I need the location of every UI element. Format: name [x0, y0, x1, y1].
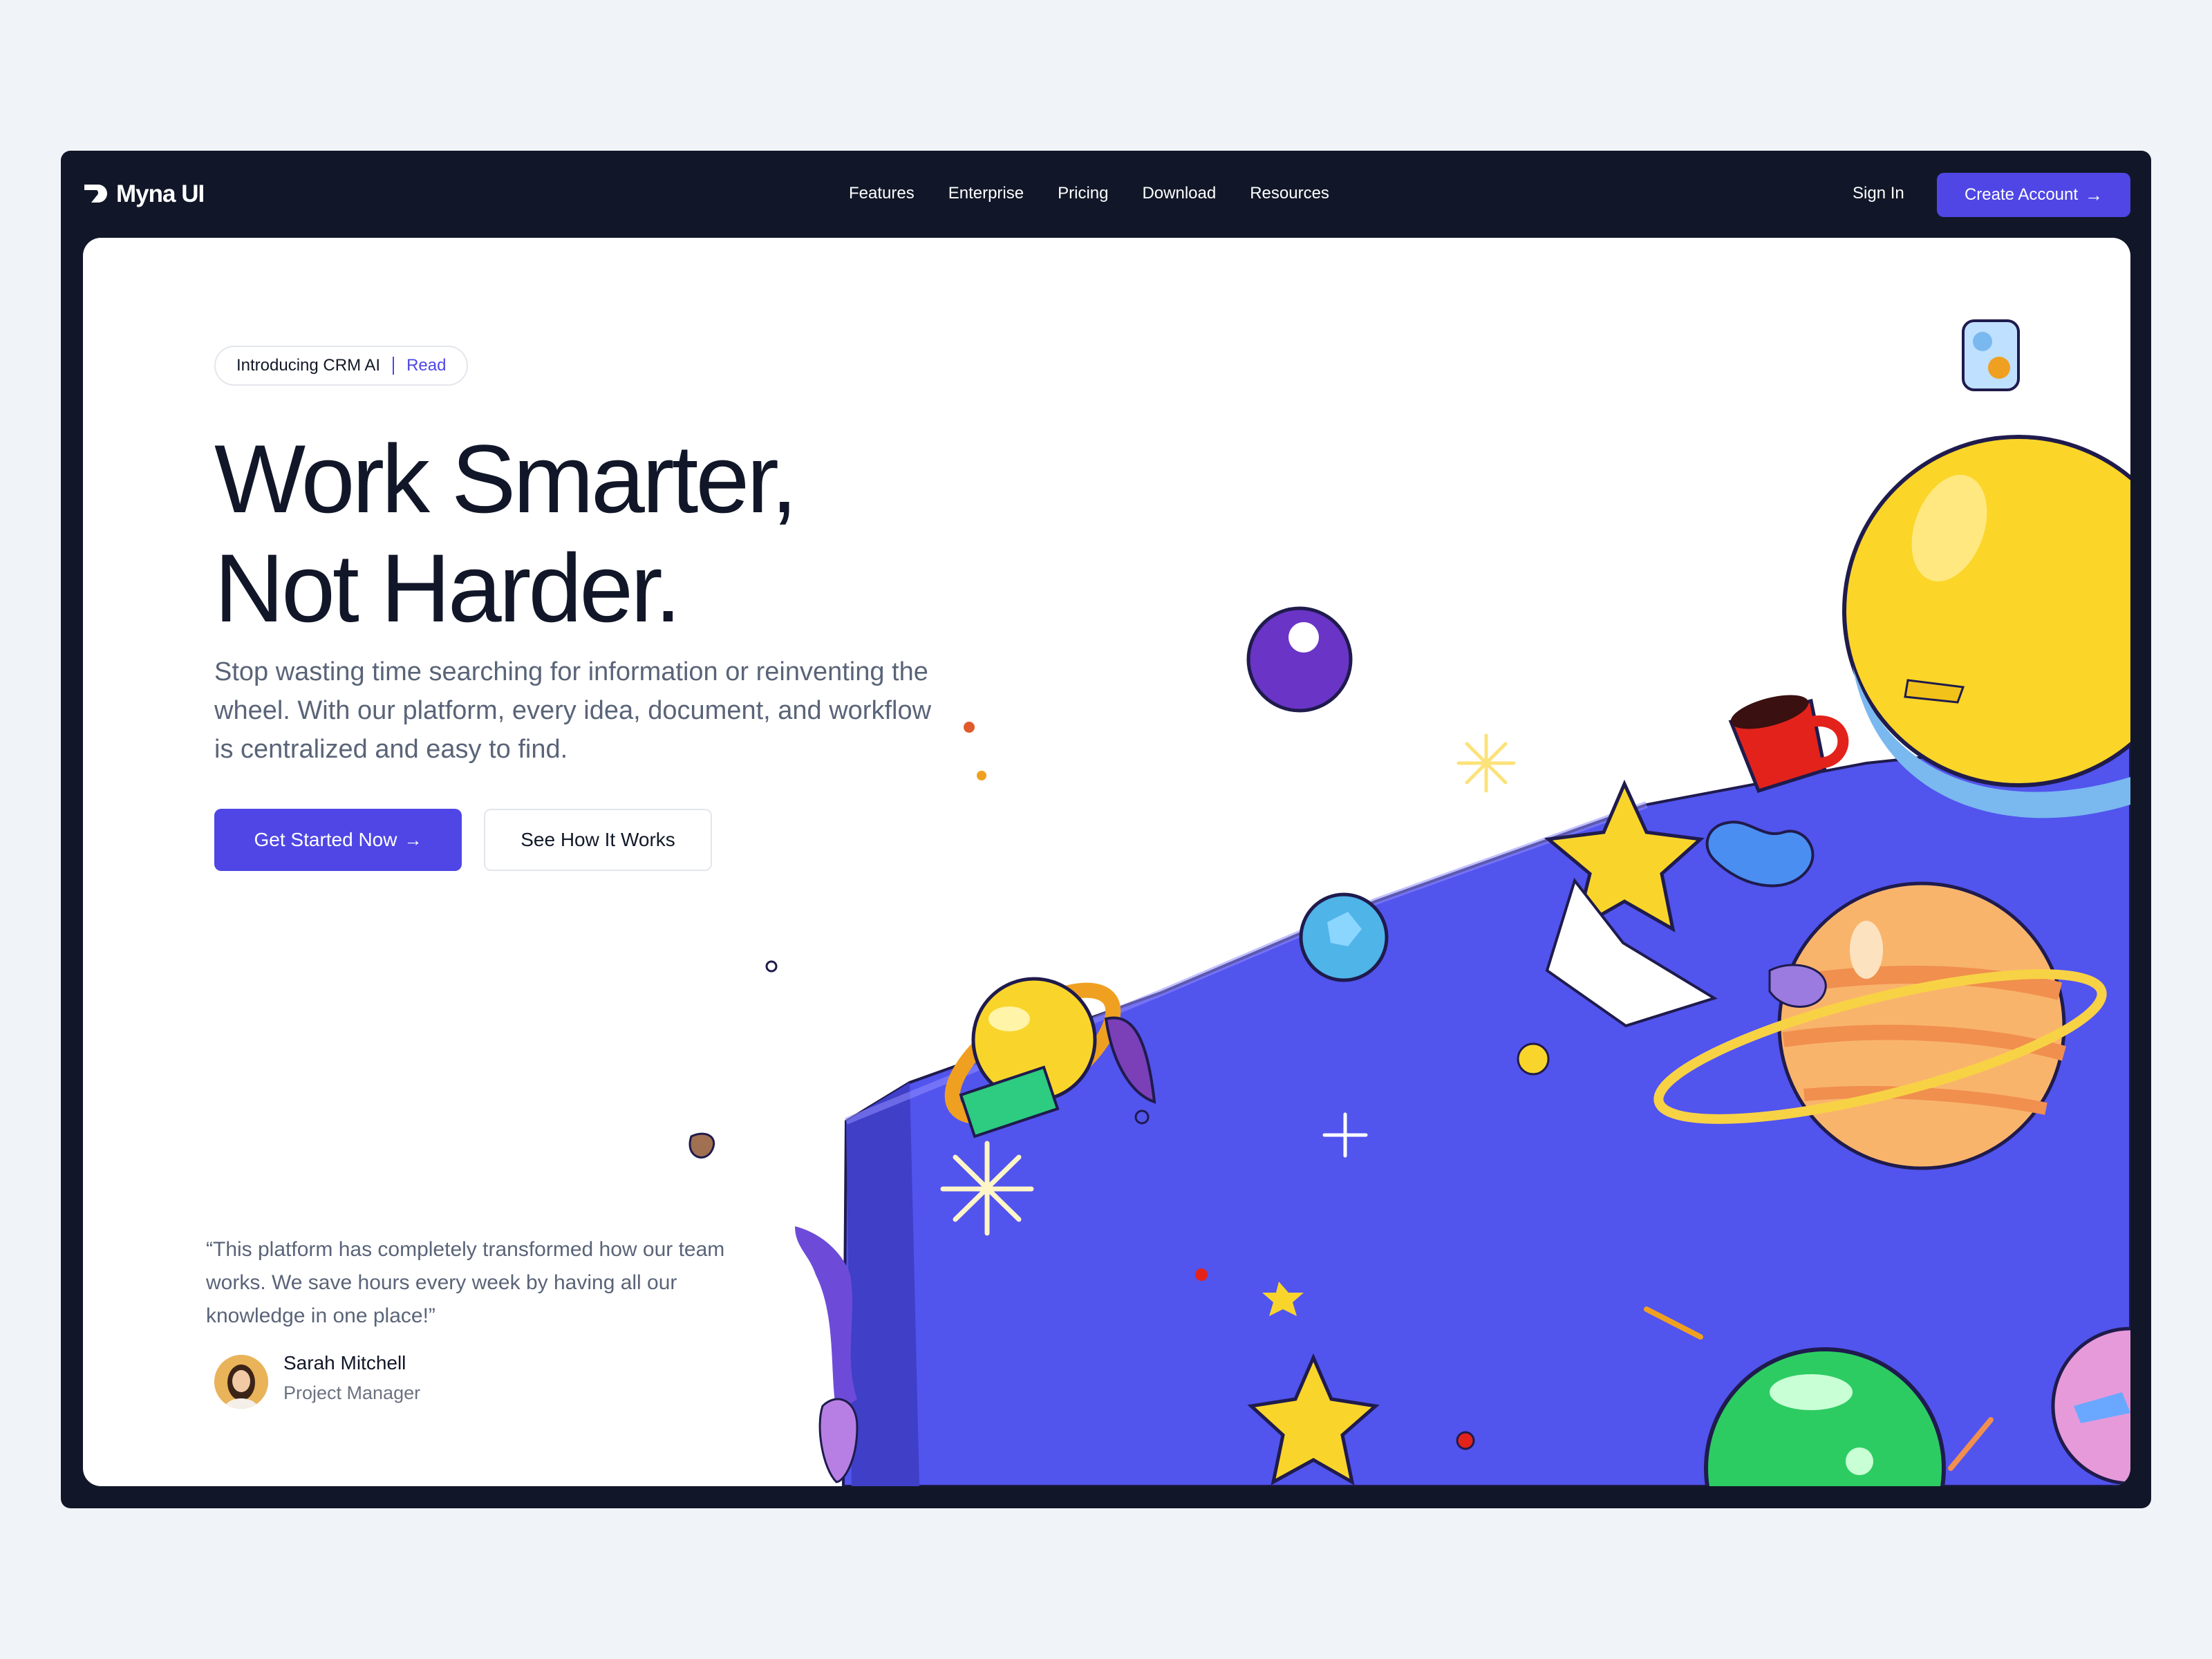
nav-link-resources[interactable]: Resources — [1250, 184, 1329, 203]
get-started-button[interactable]: Get Started Now → — [214, 809, 462, 871]
confetti-dot — [1195, 1268, 1208, 1281]
testimonial-author-role: Project Manager — [283, 1382, 421, 1403]
confetti-dot — [964, 722, 975, 733]
nav-link-features[interactable]: Features — [849, 184, 915, 203]
announcement-pill[interactable]: Introducing CRM AI Read — [214, 346, 469, 386]
create-account-button[interactable]: Create Account → — [1937, 173, 2130, 217]
headline-line-1: Work Smarter, — [214, 424, 798, 533]
nav-link-download[interactable]: Download — [1142, 184, 1216, 203]
arrow-right-icon: → — [404, 830, 422, 850]
confetti-rock — [688, 1132, 715, 1159]
blue-planet — [1299, 892, 1389, 982]
hero-card: Introducing CRM AI Read Work Smarter, No… — [83, 238, 2130, 1486]
purple-planet — [1246, 606, 1353, 713]
confetti-dot — [1517, 1042, 1550, 1076]
avatar — [214, 1355, 268, 1409]
hero-subtext: Stop wasting time searching for informat… — [214, 657, 932, 764]
nav-links: Features Enterprise Pricing Download Res… — [849, 178, 1329, 209]
sparkle-large — [940, 1141, 1034, 1236]
confetti-dot — [765, 960, 778, 973]
browser-frame: Myna UI Features Enterprise Pricing Down… — [61, 151, 2151, 1508]
see-how-it-works-label: See How It Works — [521, 829, 675, 850]
glass-jar — [1962, 319, 2020, 391]
announcement-text: Introducing CRM AI — [236, 356, 381, 375]
hero-headline: Work Smarter, Not Harder. — [214, 424, 798, 643]
nav-link-pricing[interactable]: Pricing — [1058, 184, 1108, 203]
sign-in-link[interactable]: Sign In — [1853, 178, 1904, 209]
myna-logo-icon — [84, 185, 107, 203]
confetti-dot — [1456, 1431, 1475, 1450]
brand-name: Myna UI — [116, 180, 205, 207]
announcement-divider — [393, 357, 395, 375]
testimonial-quote: “This platform has completely transforme… — [206, 1238, 725, 1327]
announcement-read-link[interactable]: Read — [406, 356, 446, 375]
headline-line-2: Not Harder. — [214, 534, 682, 642]
arrow-right-icon: → — [2085, 185, 2103, 205]
brand-logo[interactable]: Myna UI — [82, 178, 205, 210]
get-started-label: Get Started Now — [254, 829, 397, 850]
lavender-rock — [1768, 964, 1827, 1008]
create-account-label: Create Account — [1964, 185, 2079, 204]
sparkle-yellow — [1456, 733, 1516, 793]
nav-link-enterprise[interactable]: Enterprise — [948, 184, 1024, 203]
testimonial-author-name: Sarah Mitchell — [283, 1352, 406, 1374]
confetti-dot — [977, 771, 986, 780]
see-how-it-works-button[interactable]: See How It Works — [484, 809, 712, 871]
top-navigation: Myna UI Features Enterprise Pricing Down… — [61, 151, 2151, 236]
